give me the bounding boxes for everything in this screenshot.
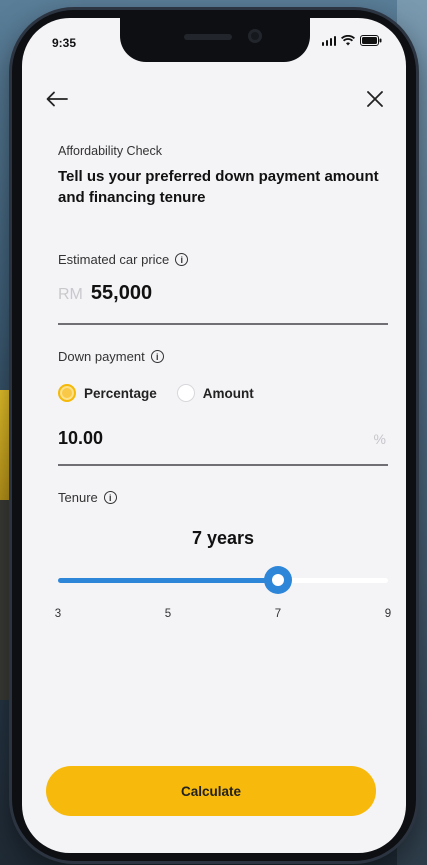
slider-thumb[interactable]	[264, 566, 292, 594]
car-price-label-text: Estimated car price	[58, 252, 170, 267]
close-button[interactable]	[360, 84, 390, 114]
page-eyebrow: Affordability Check	[58, 144, 162, 158]
info-icon[interactable]: i	[103, 491, 117, 504]
status-time: 9:35	[52, 36, 77, 50]
radio-unselected-icon	[176, 384, 195, 402]
top-navigation	[22, 80, 406, 116]
info-icon[interactable]: i	[175, 253, 189, 266]
status-icons	[321, 35, 383, 46]
phone-frame: 9:35 Affordability Check Tell us your pr…	[12, 10, 416, 861]
close-icon	[367, 91, 383, 107]
tenure-label: Tenure i	[58, 490, 117, 505]
down-payment-label-text: Down payment	[58, 349, 145, 364]
car-price-label: Estimated car price i	[58, 252, 189, 267]
back-arrow-icon	[46, 91, 68, 107]
calculate-button[interactable]: Calculate	[46, 766, 376, 816]
speaker-grille	[184, 34, 232, 40]
field-underline	[58, 323, 388, 325]
down-payment-value[interactable]: 10.00	[58, 428, 103, 449]
back-button[interactable]	[42, 84, 72, 114]
form-content: Affordability Check Tell us your preferr…	[55, 144, 391, 620]
radio-amount-label: Amount	[202, 385, 254, 401]
slider-tick-label: 5	[164, 608, 172, 620]
percent-suffix: %	[373, 430, 386, 447]
down-payment-field[interactable]: 10.00 %	[58, 428, 388, 449]
radio-percentage-label: Percentage	[84, 385, 157, 401]
down-payment-type-selector: Percentage Amount	[58, 384, 254, 402]
slider-fill	[58, 578, 278, 583]
down-payment-label: Down payment i	[58, 349, 164, 364]
field-underline	[58, 464, 388, 466]
front-camera	[248, 29, 262, 43]
app-screen: 9:35 Affordability Check Tell us your pr…	[22, 18, 406, 853]
tenure-slider[interactable]	[58, 566, 388, 594]
radio-selected-icon	[58, 384, 76, 402]
slider-tick-label: 9	[384, 608, 392, 620]
phone-notch	[120, 18, 310, 62]
slider-tick-label: 3	[54, 608, 62, 620]
battery-icon	[360, 35, 382, 46]
page-title: Tell us your preferred down payment amou…	[58, 168, 379, 206]
slider-tick-label: 7	[274, 608, 282, 620]
radio-percentage[interactable]: Percentage	[58, 384, 157, 402]
car-price-value[interactable]: 55,000	[91, 282, 152, 305]
car-price-field[interactable]: RM 55,000	[58, 282, 388, 305]
tenure-label-text: Tenure	[58, 490, 98, 505]
radio-amount[interactable]: Amount	[176, 384, 254, 402]
cellular-signal-icon	[321, 35, 336, 46]
tenure-value: 7 years	[191, 528, 255, 548]
info-icon[interactable]: i	[150, 350, 164, 363]
slider-ticks: 3 5 7 9	[55, 608, 391, 624]
currency-prefix: RM	[58, 286, 83, 303]
wifi-icon	[341, 35, 355, 46]
